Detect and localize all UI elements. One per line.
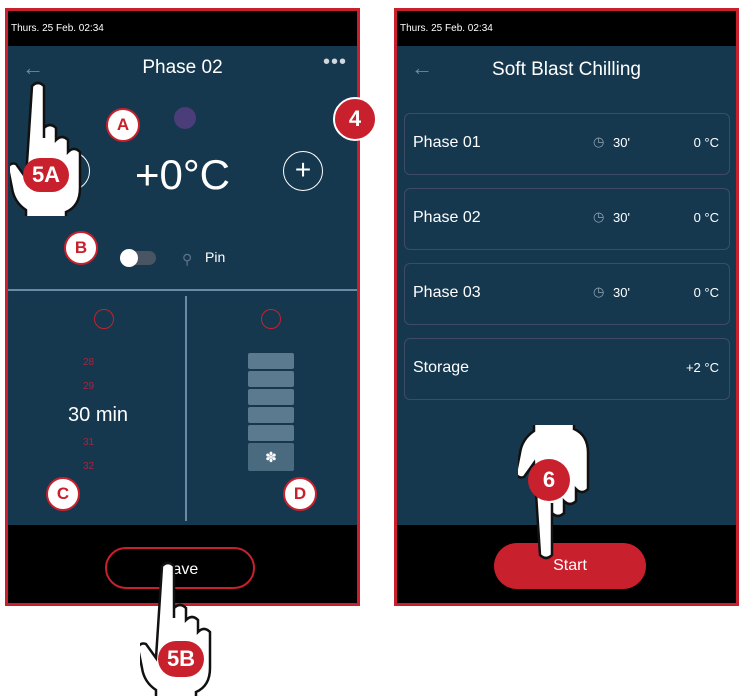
step-badge-4: 4: [333, 97, 377, 141]
phase-time: 30': [613, 210, 630, 225]
annotation-badge-d: D: [283, 477, 317, 511]
clock-icon: ◷: [593, 209, 605, 224]
time-selected[interactable]: 30 min: [68, 404, 128, 427]
pin-toggle[interactable]: [120, 249, 156, 267]
fan-speed-level[interactable]: [248, 371, 294, 387]
phase-time: 30': [613, 135, 630, 150]
phase-name: Phase 01: [413, 134, 481, 151]
fan-speed-selector[interactable]: ✽: [248, 353, 296, 471]
fan-speed-level[interactable]: [248, 389, 294, 405]
phase-name: Phase 03: [413, 284, 481, 301]
page-title: Soft Blast Chilling: [492, 59, 641, 80]
fan-speed-level[interactable]: [248, 353, 294, 369]
status-bar: Thurs. 25 Feb. 02:34: [8, 11, 357, 46]
phase-row[interactable]: Phase 02 ◷ 30' 0 °C: [404, 188, 730, 250]
phase-row[interactable]: Phase 03 ◷ 30' 0 °C: [404, 263, 730, 325]
fan-icon[interactable]: ✽: [248, 443, 294, 471]
time-option[interactable]: 32: [83, 461, 94, 472]
clock-icon: [94, 309, 114, 329]
hand-pointer-icon: [10, 81, 82, 216]
step-badge-6: 6: [528, 459, 570, 501]
annotation-badge-a: A: [106, 108, 140, 142]
phase-name: Phase 02: [413, 209, 481, 226]
step-badge-5a: 5A: [23, 158, 69, 192]
increase-temperature-button[interactable]: +: [283, 151, 323, 191]
divider: [8, 289, 357, 291]
time-option[interactable]: 29: [83, 381, 94, 392]
fan-icon: [261, 309, 281, 329]
pin-icon: ⚲: [182, 251, 193, 267]
time-unit: min: [95, 404, 129, 426]
page-title: Phase 02: [142, 57, 223, 78]
phase-temp: 0 °C: [693, 285, 719, 300]
time-option[interactable]: 31: [83, 437, 94, 448]
clock-icon: ◷: [593, 284, 605, 299]
time-option[interactable]: 28: [83, 357, 94, 368]
time-value: 30: [68, 404, 91, 426]
status-bar: Thurs. 25 Feb. 02:34: [397, 11, 736, 46]
fan-speed-level[interactable]: [248, 425, 294, 441]
annotation-badge-c: C: [46, 477, 80, 511]
pin-label: Pin: [205, 249, 226, 265]
phase-time: 30': [613, 285, 630, 300]
divider: [185, 296, 187, 521]
annotation-badge-b: B: [64, 231, 98, 265]
phase-temp: +2 °C: [685, 360, 719, 375]
phase-temp: 0 °C: [693, 135, 719, 150]
phase-temp: 0 °C: [693, 210, 719, 225]
step-badge-5b: 5B: [158, 641, 204, 677]
toggle-knob: [120, 249, 138, 267]
clock-icon: ◷: [593, 134, 605, 149]
temperature-mode-icon: [174, 107, 196, 129]
phase-row[interactable]: Storage +2 °C: [404, 338, 730, 400]
more-options-button[interactable]: •••: [323, 51, 347, 74]
phase-row[interactable]: Phase 01 ◷ 30' 0 °C: [404, 113, 730, 175]
phase-name: Storage: [413, 359, 470, 376]
fan-speed-level[interactable]: [248, 407, 294, 423]
